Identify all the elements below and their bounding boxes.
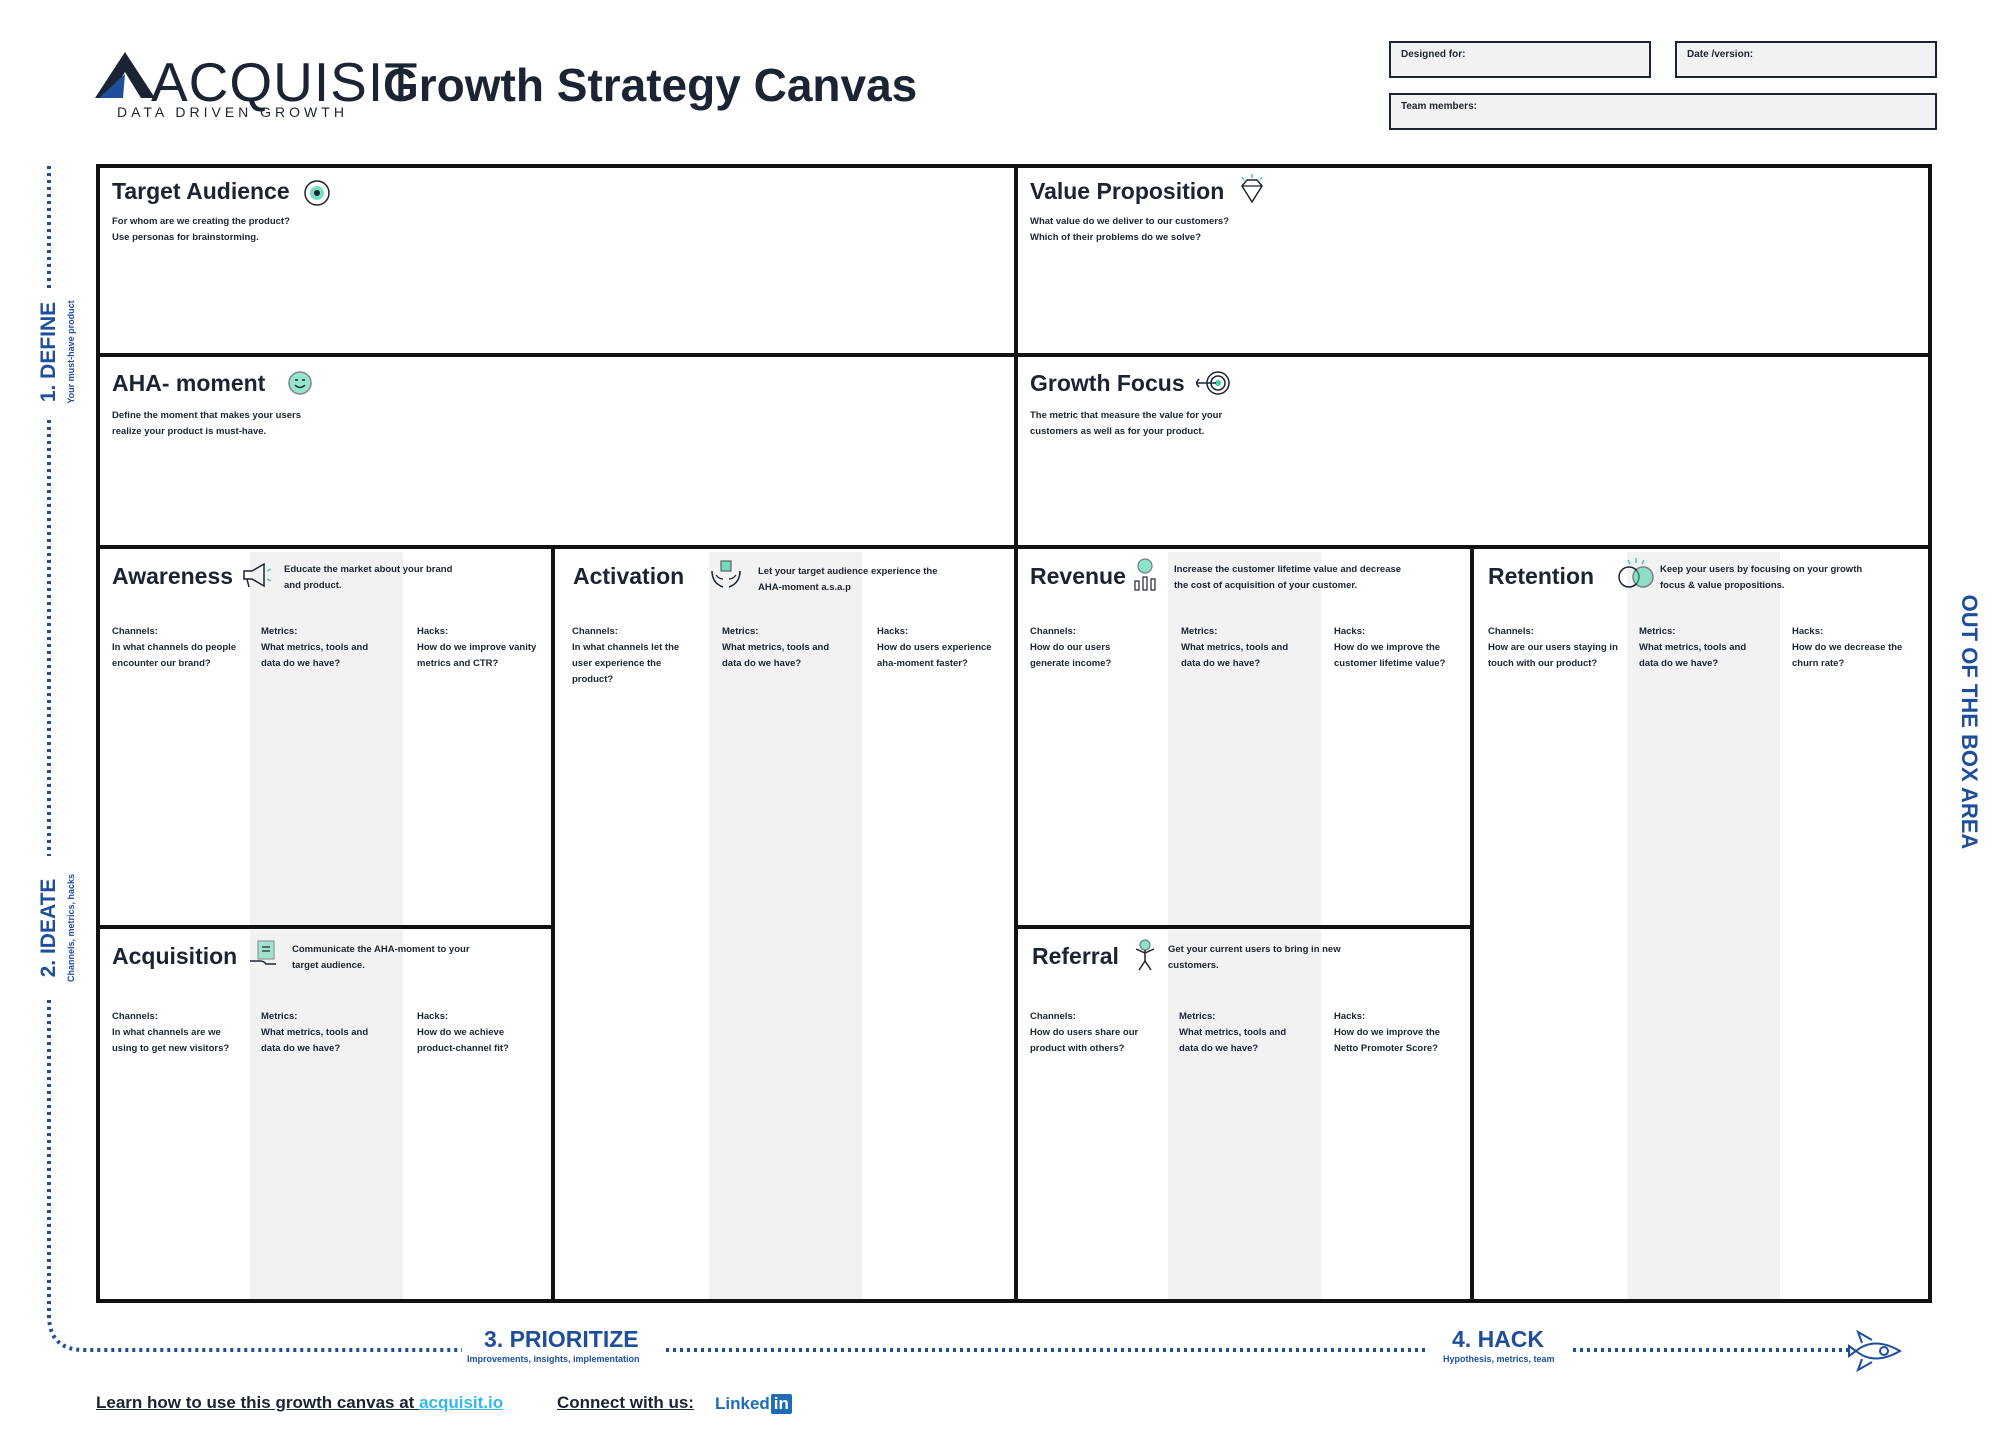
footer-learn: Learn how to use this growth canvas at a… [96,1393,503,1413]
footer-connect-text: Connect with us: [557,1393,694,1412]
step-ideate-label: 2. IDEATE [37,878,60,978]
linkedin-link[interactable]: Linked in [715,1394,792,1414]
footer-connect: Connect with us: [557,1393,694,1413]
step-ideate-sub: Channels, metrics, hacks [66,873,76,983]
footer-learn-text: Learn how to use this growth canvas at [96,1393,420,1412]
step-hack-sub: Hypothesis, metrics, team [1443,1354,1555,1364]
step-hack-label: 4. HACK [1452,1326,1545,1352]
linkedin-word: Linked [715,1394,770,1413]
acquisit-link[interactable]: acquisit.io [419,1393,503,1412]
step-define-sub: Your must-have product [66,300,76,404]
out-of-box-label: OUT OF THE BOX AREA [1957,594,1982,850]
rocket-icon [1848,1330,1903,1372]
step-prioritize-sub: Improvements, insights, implementation [467,1354,640,1364]
flow-path [47,166,1848,1352]
step-prioritize-label: 3. PRIORITIZE [484,1326,639,1352]
linkedin-icon: in [770,1394,792,1414]
step-define-label: 1. DEFINE [37,301,60,403]
